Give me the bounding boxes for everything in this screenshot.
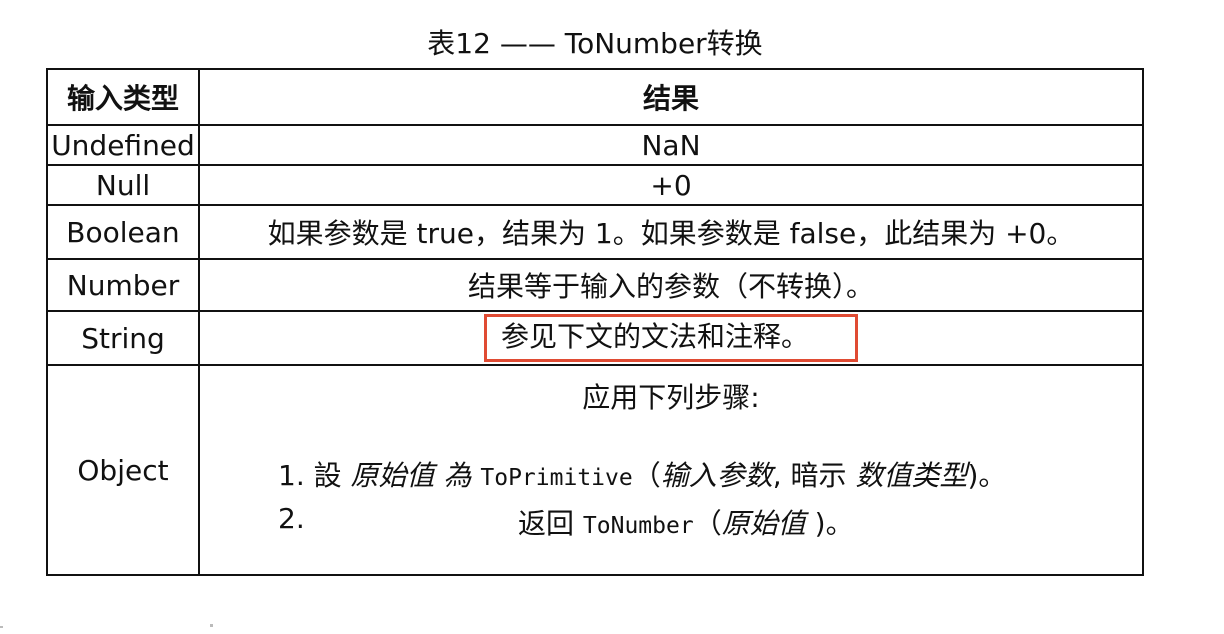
table-row: Null +0 (46, 164, 1144, 206)
row-type-undefined: Undefined (46, 124, 200, 166)
step-1-var-primitive: 原始值 (350, 459, 435, 492)
step-2-paren-close: )。 (814, 507, 854, 540)
table-row: String 参见下文的文法和注释。 (46, 310, 1144, 366)
row-result-number: 结果等于输入的参数（不转换）。 (198, 258, 1144, 312)
highlighted-result-box: 参见下文的文法和注释。 (483, 314, 858, 362)
row-result-string: 参见下文的文法和注释。 (198, 310, 1144, 366)
step-1-separator-hint: , 暗示 (772, 459, 847, 492)
table-row: Boolean 如果参数是 true，结果为 1。如果参数是 false，此结果… (46, 204, 1144, 260)
header-input-type: 输入类型 (46, 68, 200, 126)
row-result-null: +0 (198, 164, 1144, 206)
row-result-undefined: NaN (198, 124, 1144, 166)
step-2-var-primitive: 原始值 (721, 507, 806, 540)
table-row: Undefined NaN (46, 124, 1144, 166)
row-type-string: String (46, 310, 200, 366)
step-2-text-return: 返回 (518, 507, 575, 540)
step-1-hint-number: 数值类型 (855, 459, 968, 492)
step-1-text-as: 為 (443, 459, 472, 492)
table-header-row: 输入类型 结果 (46, 68, 1144, 126)
row-type-object: Object (46, 364, 200, 576)
table-row: Number 结果等于输入的参数（不转换）。 (46, 258, 1144, 312)
row-type-number: Number (46, 258, 200, 312)
table-caption: 表12 —— ToNumber转换 (427, 27, 763, 60)
step-2-number: 2. (278, 502, 305, 535)
step-2-code-tonumber: ToNumber (582, 513, 694, 539)
step-2-body: 返回 ToNumber（原始值 )。 (518, 502, 854, 542)
step-1-paren-close: )。 (967, 459, 1007, 492)
row-result-object: 应用下列步骤: 1. 設 原始值 為 ToPrimitive（输入参数, 暗示 … (198, 364, 1144, 576)
tonumber-conversion-table: 输入类型 结果 Undefined NaN Null +0 Boolean 如果… (46, 68, 1144, 576)
step-1-paren-open: （ (632, 459, 661, 492)
header-result: 结果 (198, 68, 1144, 126)
step-2-paren-open: （ (693, 507, 722, 540)
table-row: Object 应用下列步骤: 1. 設 原始值 為 ToPrimitive（输入… (46, 364, 1144, 576)
step-1-text-set: 設 (313, 459, 342, 492)
step-1-code-toprimitive: ToPrimitive (480, 465, 633, 491)
object-steps-intro: 应用下列步骤: (582, 381, 760, 414)
step-1-arg-input: 输入参数 (660, 459, 773, 492)
row-type-boolean: Boolean (46, 204, 200, 260)
page-edge-dots (0, 624, 213, 628)
row-type-null: Null (46, 164, 200, 206)
row-result-boolean: 如果参数是 true，结果为 1。如果参数是 false，此结果为 +0。 (198, 204, 1144, 260)
object-step-2: 2. 返回 ToNumber（原始值 )。 (278, 502, 1098, 540)
object-step-1: 1. 設 原始值 為 ToPrimitive（输入参数, 暗示 数值类型)。 (278, 454, 1006, 494)
step-1-number: 1. (278, 459, 305, 492)
